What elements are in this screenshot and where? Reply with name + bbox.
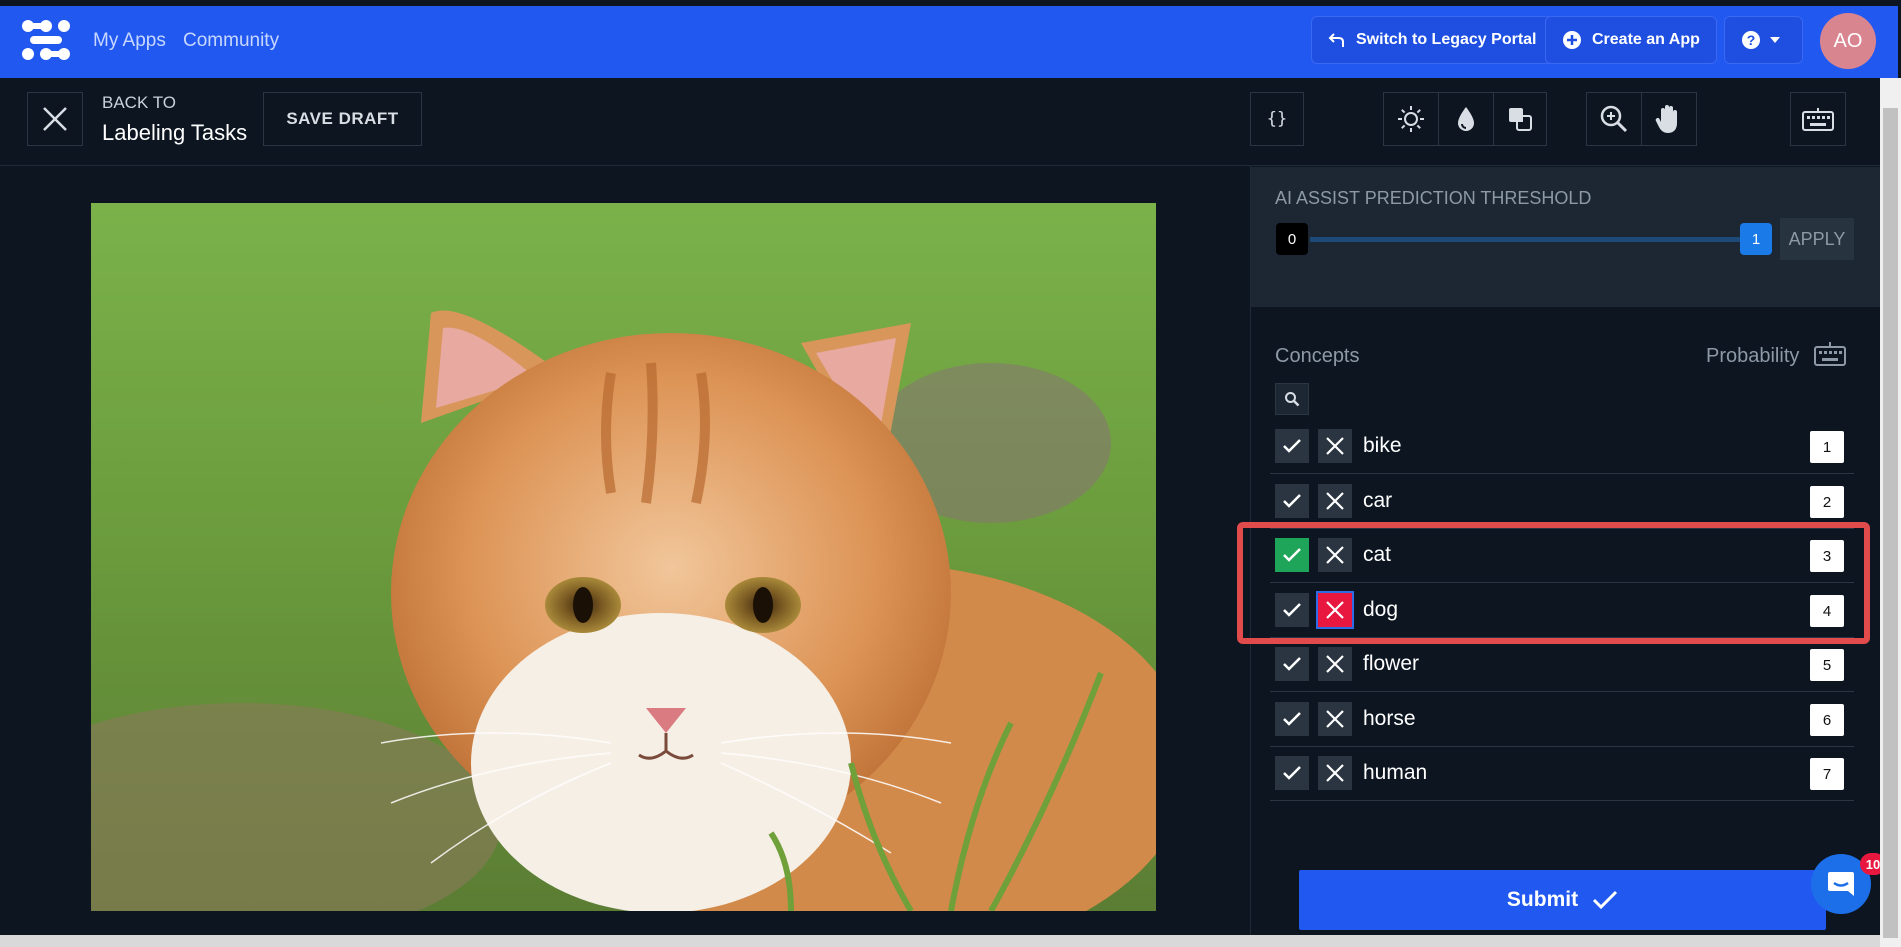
accept-button[interactable] bbox=[1275, 756, 1309, 790]
submit-button[interactable]: Submit bbox=[1299, 870, 1826, 930]
nav-link-community[interactable]: Community bbox=[183, 30, 279, 52]
reject-button[interactable] bbox=[1318, 429, 1352, 463]
labeling-image[interactable] bbox=[91, 203, 1156, 911]
concept-name: flower bbox=[1363, 652, 1420, 675]
caret-down-icon bbox=[1770, 37, 1780, 43]
cat-photo bbox=[91, 203, 1156, 911]
close-icon bbox=[1326, 655, 1344, 673]
droplet-icon bbox=[1458, 107, 1474, 131]
check-icon bbox=[1283, 712, 1301, 726]
top-nav: My Apps Community Switch to Legacy Porta… bbox=[0, 6, 1898, 78]
concept-row-flower: flower 5 bbox=[1270, 638, 1854, 692]
zoom-button[interactable] bbox=[1586, 92, 1642, 146]
check-icon bbox=[1283, 657, 1301, 671]
concept-row-human: human 7 bbox=[1270, 747, 1854, 801]
threshold-slider-track[interactable] bbox=[1310, 237, 1740, 242]
back-to-link[interactable]: Labeling Tasks bbox=[102, 120, 247, 146]
concept-row-car: car 2 bbox=[1270, 475, 1854, 529]
close-icon bbox=[43, 107, 67, 131]
app-logo-icon[interactable] bbox=[20, 18, 72, 62]
accept-button[interactable] bbox=[1275, 484, 1309, 518]
keyboard-icon[interactable] bbox=[1814, 341, 1846, 367]
threshold-max-handle[interactable]: 1 bbox=[1740, 223, 1772, 255]
check-icon bbox=[1593, 890, 1618, 910]
back-to-label: BACK TO bbox=[102, 93, 177, 112]
check-icon bbox=[1283, 494, 1301, 508]
create-app-label: Create an App bbox=[1592, 31, 1700, 48]
close-icon bbox=[1326, 764, 1344, 782]
reject-button[interactable] bbox=[1318, 756, 1352, 790]
keyboard-icon bbox=[1802, 108, 1834, 131]
concept-row-horse: horse 6 bbox=[1270, 693, 1854, 747]
threshold-min-handle[interactable]: 0 bbox=[1276, 223, 1308, 255]
create-app-button[interactable]: Create an App bbox=[1545, 16, 1717, 64]
concept-search-button[interactable] bbox=[1275, 383, 1309, 415]
switch-legacy-label: Switch to Legacy Portal bbox=[1356, 31, 1537, 48]
hand-icon bbox=[1655, 105, 1677, 133]
plus-circle-icon bbox=[1563, 31, 1581, 49]
ai-assist-title: AI ASSIST PREDICTION THRESHOLD bbox=[1275, 188, 1592, 208]
accept-button[interactable] bbox=[1275, 429, 1309, 463]
shortcut-key-badge: 6 bbox=[1810, 704, 1844, 736]
keyboard-shortcuts-button[interactable] bbox=[1790, 92, 1846, 146]
help-icon: ? bbox=[1742, 31, 1760, 49]
contrast-button[interactable] bbox=[1493, 92, 1547, 146]
close-icon bbox=[1326, 492, 1344, 510]
saturation-button[interactable] bbox=[1438, 92, 1494, 146]
return-arrow-icon bbox=[1328, 33, 1344, 47]
scrollbar-thumb[interactable] bbox=[1883, 108, 1898, 938]
pan-button[interactable] bbox=[1641, 92, 1697, 146]
chat-icon bbox=[1828, 872, 1854, 896]
search-icon bbox=[1285, 392, 1300, 407]
brightness-icon bbox=[1398, 106, 1424, 132]
accept-button[interactable] bbox=[1275, 702, 1309, 736]
reject-button[interactable] bbox=[1318, 702, 1352, 736]
svg-text:?: ? bbox=[1747, 32, 1756, 48]
save-draft-button[interactable]: SAVE DRAFT bbox=[263, 92, 422, 146]
concept-name: bike bbox=[1363, 434, 1402, 457]
concepts-header: Concepts bbox=[1275, 345, 1360, 367]
reject-button[interactable] bbox=[1318, 484, 1352, 518]
highlight-box bbox=[1237, 522, 1870, 644]
close-icon bbox=[1326, 710, 1344, 728]
submit-label: Submit bbox=[1506, 888, 1579, 911]
shortcut-key-badge: 1 bbox=[1810, 431, 1844, 463]
close-icon bbox=[1326, 437, 1344, 455]
switch-legacy-button[interactable]: Switch to Legacy Portal bbox=[1311, 16, 1554, 64]
vertical-scrollbar[interactable] bbox=[1880, 78, 1901, 947]
concept-row-bike: bike 1 bbox=[1270, 420, 1854, 474]
accept-button[interactable] bbox=[1275, 647, 1309, 681]
shortcut-key-badge: 2 bbox=[1810, 486, 1844, 518]
concept-name: human bbox=[1363, 761, 1428, 784]
shortcut-key-badge: 5 bbox=[1810, 649, 1844, 681]
reject-button[interactable] bbox=[1318, 647, 1352, 681]
brightness-button[interactable] bbox=[1383, 92, 1439, 146]
close-button[interactable] bbox=[27, 92, 83, 146]
check-icon bbox=[1283, 439, 1301, 453]
horizontal-scrollbar[interactable] bbox=[0, 935, 1880, 947]
help-menu-button[interactable]: ? bbox=[1724, 16, 1803, 64]
probability-header: Probability bbox=[1706, 345, 1800, 367]
user-avatar[interactable]: AO bbox=[1820, 13, 1876, 69]
contrast-icon bbox=[1509, 108, 1532, 131]
concept-name: car bbox=[1363, 489, 1393, 512]
apply-button[interactable]: APPLY bbox=[1780, 218, 1854, 260]
check-icon bbox=[1283, 766, 1301, 780]
concept-name: horse bbox=[1363, 707, 1416, 730]
zoom-in-icon bbox=[1600, 105, 1628, 133]
nav-link-my-apps[interactable]: My Apps bbox=[93, 30, 166, 52]
shortcut-key-badge: 7 bbox=[1810, 758, 1844, 790]
json-view-button[interactable]: {} bbox=[1250, 92, 1304, 146]
